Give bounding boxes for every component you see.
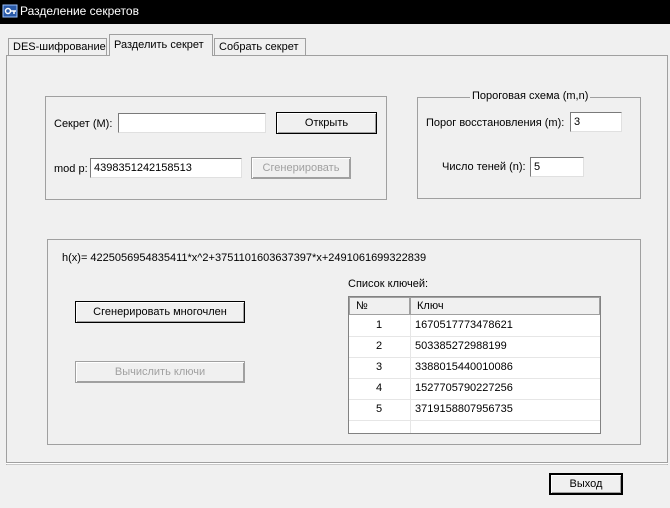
threshold-group: Пороговая схема (m,n) Порог восстановлен… — [417, 90, 641, 199]
row-key: 1527705790227256 — [415, 382, 513, 394]
keys-list-label: Список ключей: — [348, 278, 429, 290]
column-header-number[interactable]: № — [349, 297, 410, 315]
modp-label: mod p: — [54, 163, 88, 175]
secret-label: Секрет (M): — [54, 118, 113, 130]
polynomial-text: h(x)= 4225056954835411*x^2+3751101603637… — [62, 252, 427, 264]
keys-listview-header: № Ключ — [349, 297, 600, 315]
window-title: Разделение секретов — [20, 4, 139, 18]
shadows-n-label: Число теней (n): — [442, 161, 526, 173]
table-row[interactable]: 5 3719158807956735 — [349, 399, 600, 420]
generate-button[interactable]: Сгенерировать — [251, 157, 351, 179]
compute-keys-button[interactable]: Вычислить ключи — [75, 361, 245, 383]
tab-combine-secret[interactable]: Собрать секрет — [214, 38, 306, 55]
threshold-m-label: Порог восстановления (m): — [426, 117, 565, 129]
row-key: 1670517773478621 — [415, 319, 513, 331]
tab-panel-split-secret: Секрет (M): Открыть mod p: 4398351242158… — [6, 55, 668, 465]
column-header-key[interactable]: Ключ — [410, 297, 600, 315]
row-number: 1 — [375, 319, 383, 331]
threshold-m-input[interactable]: 3 — [570, 112, 622, 132]
row-number: 3 — [375, 361, 383, 373]
table-row[interactable]: 2 503385272988199 — [349, 336, 600, 357]
modp-input[interactable]: 4398351242158513 — [90, 158, 242, 178]
table-row[interactable]: 3 3388015440010086 — [349, 357, 600, 378]
row-number: 2 — [375, 340, 383, 352]
row-key: 3388015440010086 — [415, 361, 513, 373]
row-key: 503385272988199 — [415, 340, 507, 352]
shadows-n-input[interactable]: 5 — [530, 157, 584, 177]
row-number: 5 — [375, 403, 383, 415]
threshold-group-title: Пороговая схема (m,n) — [470, 90, 591, 102]
footer-separator — [6, 462, 668, 464]
secret-input[interactable] — [118, 113, 266, 133]
row-number: 4 — [375, 382, 383, 394]
table-row[interactable]: 1 1670517773478621 — [349, 315, 600, 336]
table-row[interactable]: 4 1527705790227256 — [349, 378, 600, 399]
tab-strip: DES-шифрование Разделить секрет Собрать … — [0, 34, 670, 56]
keys-listview[interactable]: № Ключ 1 1670517773478621 2 503385272988… — [348, 296, 601, 434]
generate-polynomial-button[interactable]: Сгенерировать многочлен — [75, 301, 245, 323]
tab-split-secret[interactable]: Разделить секрет — [109, 34, 213, 56]
row-gridline — [349, 420, 600, 421]
row-key: 3719158807956735 — [415, 403, 513, 415]
secret-group: Секрет (M): Открыть mod p: 4398351242158… — [45, 96, 387, 200]
title-bar: Разделение секретов — [0, 0, 670, 24]
exit-button[interactable]: Выход — [549, 473, 623, 495]
open-button[interactable]: Открыть — [276, 112, 377, 134]
tab-des-encryption[interactable]: DES-шифрование — [8, 38, 107, 55]
app-key-icon — [2, 4, 18, 18]
